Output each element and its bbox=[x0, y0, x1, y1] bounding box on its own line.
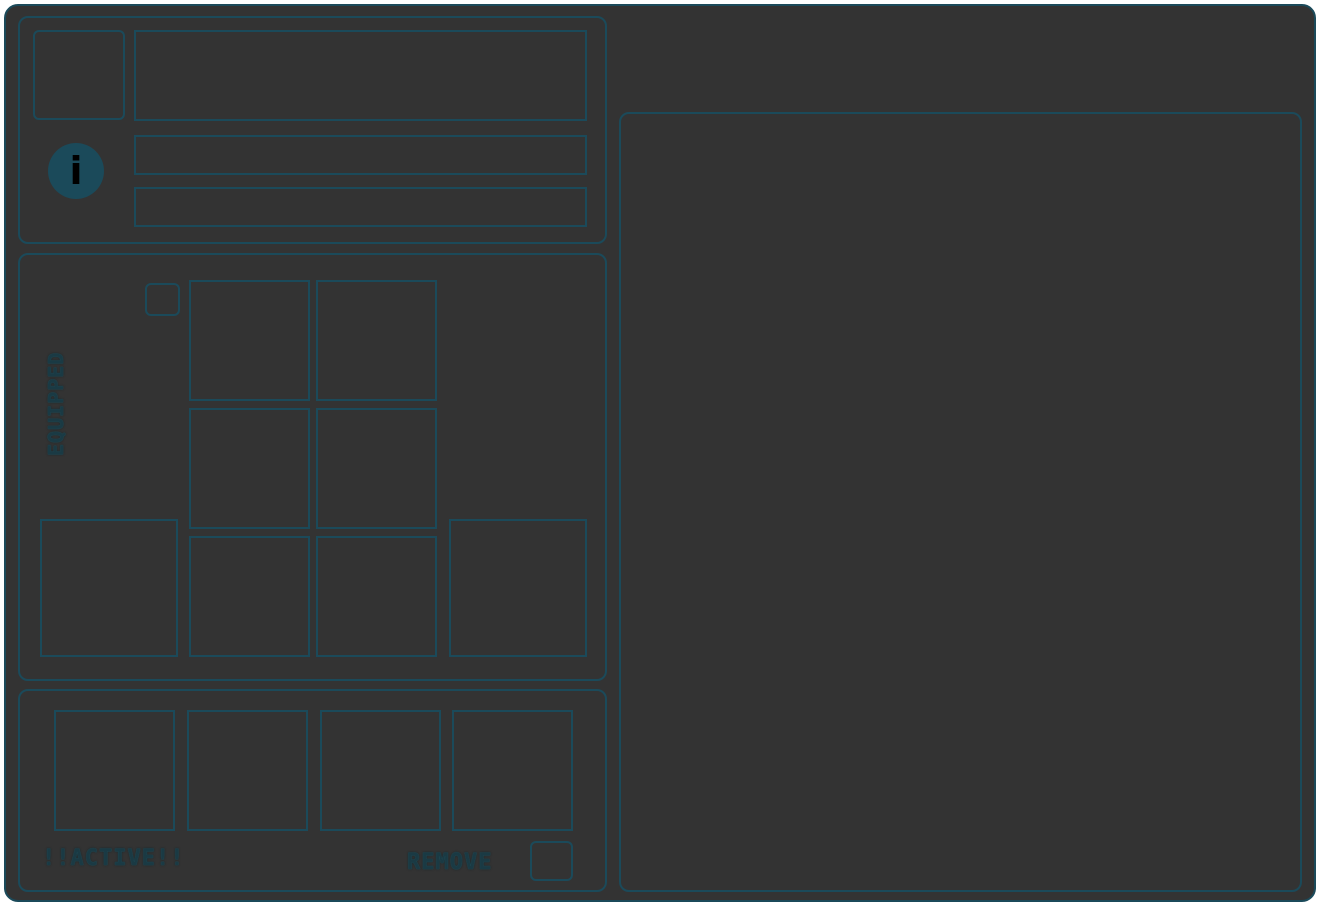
equip-slot-6[interactable] bbox=[316, 536, 437, 657]
active-slot-1[interactable] bbox=[54, 710, 175, 831]
inventory-grid-panel[interactable] bbox=[619, 112, 1302, 892]
equip-slot-3[interactable] bbox=[189, 408, 310, 529]
item-detail-field-1 bbox=[134, 135, 587, 175]
equip-toggle-button[interactable] bbox=[145, 283, 180, 316]
equip-slot-2[interactable] bbox=[316, 280, 437, 401]
info-icon[interactable]: i bbox=[48, 143, 104, 199]
active-label: !!ACTIVE!! bbox=[42, 846, 185, 871]
item-detail-field-2 bbox=[134, 187, 587, 227]
equip-slot-left-hand[interactable] bbox=[40, 519, 178, 657]
equipped-label: EQUIPPED bbox=[44, 351, 68, 456]
equip-slot-right-hand[interactable] bbox=[449, 519, 587, 657]
info-glyph: i bbox=[69, 149, 83, 193]
remove-button[interactable] bbox=[530, 841, 573, 881]
equip-slot-5[interactable] bbox=[189, 536, 310, 657]
active-slot-2[interactable] bbox=[187, 710, 308, 831]
item-name-field bbox=[134, 30, 587, 121]
active-slot-4[interactable] bbox=[452, 710, 573, 831]
active-slot-3[interactable] bbox=[320, 710, 441, 831]
equip-slot-1[interactable] bbox=[189, 280, 310, 401]
equip-slot-4[interactable] bbox=[316, 408, 437, 529]
item-portrait-slot[interactable] bbox=[33, 30, 125, 120]
remove-label: REMOVE bbox=[407, 850, 493, 875]
